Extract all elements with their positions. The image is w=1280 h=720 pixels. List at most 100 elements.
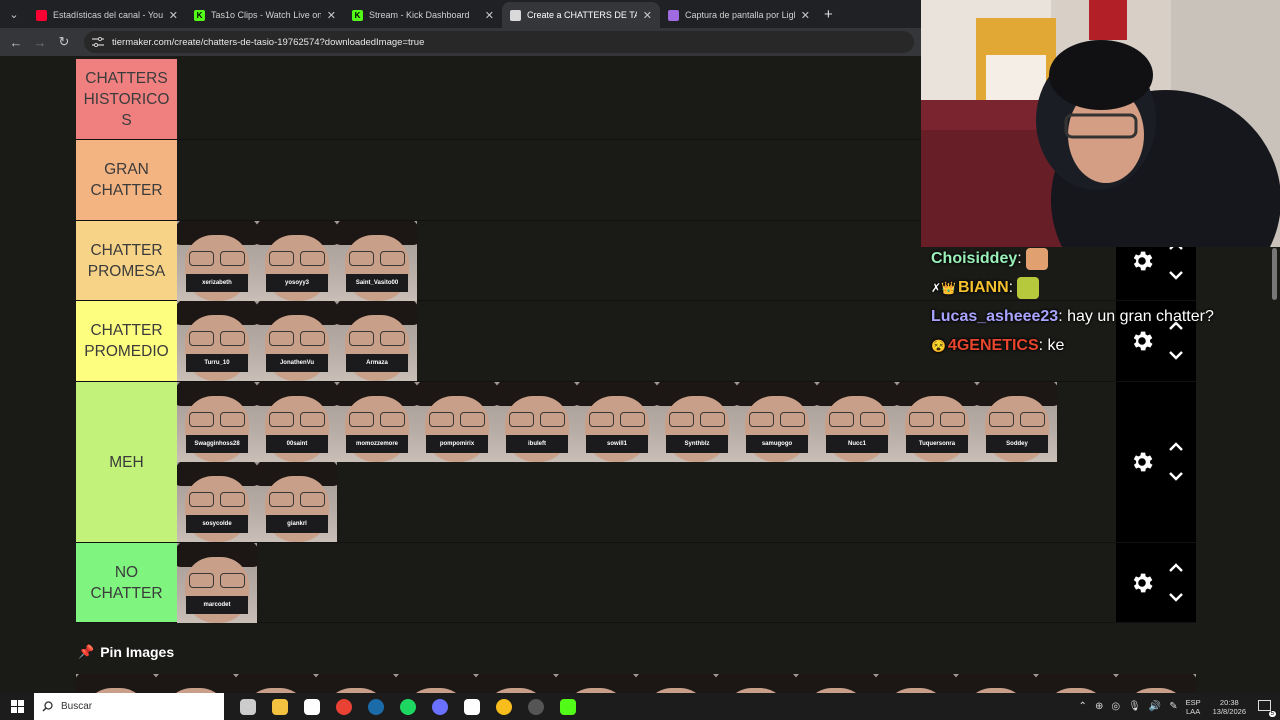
pen-icon[interactable]: ✎ [1169, 701, 1177, 712]
tier-item[interactable]: Saint_Vasito00 [337, 221, 417, 301]
tier-item[interactable] [156, 674, 236, 694]
tier-item[interactable]: giankrl [257, 462, 337, 542]
tier-item[interactable]: ibuleft [497, 382, 577, 462]
task-view-icon[interactable] [232, 693, 264, 720]
tab-3[interactable]: K Stream - Kick Dashboard ✕ [344, 2, 502, 28]
steam-icon[interactable] [360, 693, 392, 720]
tier-item[interactable]: Synthblz [657, 382, 737, 462]
tier-item[interactable]: sosycolde [177, 462, 257, 542]
tier-label[interactable]: CHATTERS HISTORICO S [76, 59, 177, 139]
close-tab-icon[interactable]: ✕ [485, 9, 494, 22]
notifications-button[interactable]: 5 [1258, 699, 1276, 717]
chevron-up-icon[interactable]: ⌃ [1079, 701, 1087, 712]
tier-item[interactable] [476, 674, 556, 694]
page-scrollbar[interactable] [1272, 248, 1277, 300]
tier-item[interactable]: pompomirix [417, 382, 497, 462]
tier-item[interactable] [956, 674, 1036, 694]
chevron-down-icon[interactable] [1169, 589, 1183, 607]
tier-label[interactable]: CHATTER PROMESA [76, 221, 177, 300]
taskbar-search[interactable]: Buscar [34, 693, 224, 720]
chevron-up-icon[interactable] [1169, 559, 1183, 577]
copilot-icon[interactable]: ◎ [1111, 701, 1120, 712]
clock[interactable]: 20:38 13/8/2026 [1213, 698, 1246, 716]
close-tab-icon[interactable]: ✕ [643, 9, 652, 22]
tier-item[interactable] [1036, 674, 1116, 694]
tier-item[interactable]: Soddey [977, 382, 1057, 462]
tier-item[interactable] [396, 674, 476, 694]
tier-item[interactable]: samugogo [737, 382, 817, 462]
url-input[interactable]: tiermaker.com/create/chatters-de-tasio-1… [84, 31, 914, 53]
microphone-icon[interactable]: 🎙 [1128, 701, 1141, 712]
tier-item[interactable]: 00saint [257, 382, 337, 462]
tab-title: Estadísticas del canal - YouTube [53, 10, 163, 20]
new-tab-button[interactable]: + [824, 6, 833, 23]
tier-item[interactable] [316, 674, 396, 694]
gear-icon[interactable] [1129, 570, 1155, 596]
tier-item[interactable]: Nucc1 [817, 382, 897, 462]
tab-1[interactable]: Estadísticas del canal - YouTube ✕ [28, 2, 186, 28]
start-button[interactable] [0, 693, 34, 720]
tier-item[interactable] [876, 674, 956, 694]
system-tray: ⌃ ⊕ ◎ 🎙 🔊 ✎ ESP LAA 20:38 13/8/2026 5 [1079, 693, 1280, 720]
tier-item[interactable] [636, 674, 716, 694]
kick-app-icon[interactable] [552, 693, 584, 720]
app-tray-icon[interactable]: ⊕ [1095, 701, 1103, 712]
tier-label[interactable]: CHATTER PROMEDIO [76, 301, 177, 381]
close-tab-icon[interactable]: ✕ [327, 9, 336, 22]
pin-images-header[interactable]: 📌 Pin Images [78, 644, 174, 660]
chrome-icon-2[interactable] [488, 693, 520, 720]
close-tab-icon[interactable]: ✕ [169, 9, 178, 22]
close-tab-icon[interactable]: ✕ [801, 9, 810, 22]
tier-item[interactable] [556, 674, 636, 694]
chat-username[interactable]: Choisiddey [931, 250, 1017, 268]
speaker-icon[interactable]: 🔊 [1149, 701, 1161, 712]
tier-item[interactable]: Tuquersonra [897, 382, 977, 462]
tier-item[interactable] [76, 674, 156, 694]
tier-item-label: xerizabeth [186, 274, 248, 292]
tier-label[interactable]: NO CHATTER [76, 543, 177, 622]
reload-button[interactable]: ↻ [52, 34, 76, 50]
tier-item[interactable]: Swagginhoss28 [177, 382, 257, 462]
tier-item[interactable] [1116, 674, 1196, 694]
tier-item[interactable]: sowill1 [577, 382, 657, 462]
chat-username[interactable]: 4GENETICS [948, 337, 1039, 355]
tier-item[interactable] [716, 674, 796, 694]
kick-icon: K [352, 9, 363, 21]
tier-items-area[interactable]: marcodet [177, 543, 1116, 623]
site-info-icon[interactable] [92, 37, 104, 47]
spotify-icon[interactable] [392, 693, 424, 720]
tier-item-label: sosycolde [186, 515, 248, 533]
tier-items-area[interactable]: Swagginhoss28 00saint momozzemore pompomiri… [177, 382, 1116, 542]
capcut-icon-2[interactable] [456, 693, 488, 720]
chat-username[interactable]: Lucas_asheee23 [931, 308, 1058, 326]
forward-button[interactable]: → [28, 35, 52, 50]
tab-5[interactable]: Captura de pantalla por Lightsh ✕ [660, 2, 818, 28]
clock-time: 20:38 [1219, 697, 1239, 707]
tier-item[interactable] [796, 674, 876, 694]
tab-4[interactable]: Create a CHATTERS DE TASIO T ✕ [502, 2, 660, 28]
tab-2[interactable]: K Tas1o Clips - Watch Live on Kick ✕ [186, 2, 344, 28]
chat-username[interactable]: BIANN [958, 279, 1009, 297]
notification-icon [1258, 699, 1271, 711]
language-indicator[interactable]: ESP LAA [1186, 698, 1201, 716]
tier-label[interactable]: MEH [76, 382, 177, 542]
tier-label[interactable]: GRAN CHATTER [76, 140, 177, 220]
tier-item[interactable]: Turru_10 [177, 301, 257, 381]
tier-item[interactable]: Armaza [337, 301, 417, 381]
gear-icon[interactable] [1129, 449, 1155, 475]
tier-item[interactable]: yosoyy3 [257, 221, 337, 301]
tab-search-icon[interactable]: ⌄ [0, 0, 28, 28]
back-button[interactable]: ← [4, 35, 28, 50]
tier-item[interactable]: marcodet [177, 543, 257, 623]
tier-item[interactable]: JonathenVu [257, 301, 337, 381]
discord-icon[interactable] [424, 693, 456, 720]
tier-item[interactable]: xerizabeth [177, 221, 257, 301]
obs-icon[interactable] [520, 693, 552, 720]
chevron-up-icon[interactable] [1169, 438, 1183, 456]
tier-item[interactable] [236, 674, 316, 694]
chrome-icon[interactable] [328, 693, 360, 720]
chevron-down-icon[interactable] [1169, 468, 1183, 486]
capcut-icon[interactable] [296, 693, 328, 720]
file-explorer-icon[interactable] [264, 693, 296, 720]
tier-item[interactable]: momozzemore [337, 382, 417, 462]
